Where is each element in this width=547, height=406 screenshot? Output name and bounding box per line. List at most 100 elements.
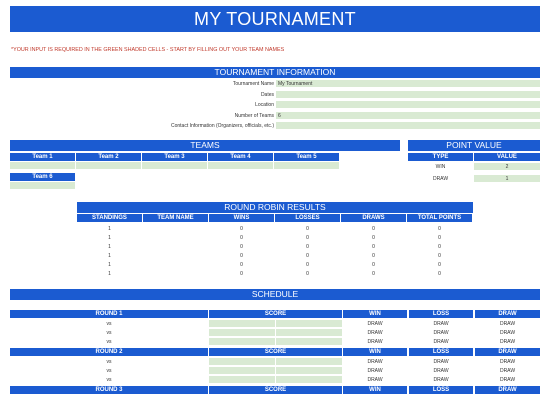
- info-input-field[interactable]: [276, 90, 540, 99]
- loss-result: DRAW: [433, 368, 449, 374]
- info-value: My Tournament: [278, 81, 313, 87]
- point-value: 2: [505, 164, 509, 170]
- robin-cell: 0: [372, 262, 375, 268]
- robin-cell: 0: [372, 235, 375, 241]
- info-label: Tournament Name: [232, 81, 274, 87]
- info-input-field[interactable]: [276, 101, 540, 109]
- match-vs: vs: [106, 321, 112, 327]
- robin-cell: 0: [240, 226, 243, 232]
- draw-result: DRAW: [499, 339, 516, 345]
- loss-header: LOSS: [409, 348, 473, 356]
- win-result: DRAW: [367, 330, 383, 336]
- score-input[interactable]: [276, 367, 342, 375]
- draw-result: DRAW: [499, 359, 516, 365]
- robin-column-header: STANDINGS: [77, 214, 142, 222]
- win-header: WIN: [343, 348, 407, 356]
- robin-column-header: WINS: [209, 214, 274, 222]
- team-name-input[interactable]: [208, 162, 273, 170]
- robin-cell: 1: [108, 262, 111, 268]
- team-name-input[interactable]: [10, 182, 75, 190]
- score-input[interactable]: [209, 338, 275, 346]
- team-name-input[interactable]: [142, 162, 207, 170]
- score-input[interactable]: [209, 376, 275, 384]
- loss-header: LOSS: [409, 310, 473, 318]
- match-vs: vs: [106, 359, 112, 365]
- info-label: Location: [255, 102, 274, 108]
- draw-result: DRAW: [499, 321, 516, 327]
- point-type-column-header: TYPE: [408, 153, 473, 161]
- robin-cell: 0: [306, 253, 309, 259]
- loss-header: LOSS: [409, 386, 473, 394]
- robin-column-header: TEAM NAME: [143, 214, 208, 222]
- win-header: WIN: [343, 310, 407, 318]
- team-header-5: Team 5: [274, 153, 339, 161]
- loss-result: DRAW: [433, 330, 449, 336]
- robin-cell: 0: [372, 226, 375, 232]
- score-header: SCORE: [209, 386, 342, 394]
- round-label: ROUND 3: [10, 386, 208, 394]
- score-input[interactable]: [276, 320, 342, 328]
- loss-result: DRAW: [433, 377, 449, 383]
- robin-cell: 0: [438, 253, 441, 259]
- robin-cell: 0: [240, 271, 243, 277]
- loss-result: DRAW: [433, 321, 449, 327]
- score-input[interactable]: [276, 329, 342, 337]
- point-type-label: DRAW: [432, 176, 449, 182]
- robin-cell: 0: [438, 235, 441, 241]
- round-label: ROUND 1: [10, 310, 208, 318]
- draw-header: DRAW: [475, 310, 540, 318]
- score-input[interactable]: [209, 329, 275, 337]
- info-label: Number of Teams: [234, 112, 274, 119]
- robin-cell: 1: [108, 253, 111, 259]
- team-name-input[interactable]: [274, 162, 339, 170]
- instruction-text: *YOUR INPUT IS REQUIRED IN THE GREEN SHA…: [11, 47, 285, 53]
- robin-cell: 0: [372, 244, 375, 250]
- teams-header: TEAMS: [10, 140, 400, 151]
- point-value-header: POINT VALUE: [408, 140, 540, 151]
- team-name-input[interactable]: [76, 162, 141, 170]
- win-result: DRAW: [367, 368, 383, 374]
- score-input[interactable]: [276, 358, 342, 366]
- point-value: 1: [505, 176, 509, 182]
- schedule-header: SCHEDULE: [10, 289, 540, 300]
- info-label: Dates: [260, 91, 274, 98]
- robin-cell: 0: [438, 271, 441, 277]
- robin-column-header: DRAWS: [341, 214, 406, 222]
- robin-cell: 0: [306, 262, 309, 268]
- win-result: DRAW: [367, 359, 383, 365]
- draw-result: DRAW: [499, 330, 516, 336]
- win-result: DRAW: [367, 377, 383, 383]
- tournament-info-header: TOURNAMENT INFORMATION: [10, 67, 540, 78]
- team-name-input[interactable]: [10, 162, 75, 170]
- score-header: SCORE: [209, 310, 342, 318]
- loss-result: DRAW: [433, 339, 449, 345]
- robin-cell: 1: [108, 235, 111, 241]
- match-vs: vs: [106, 368, 112, 374]
- robin-cell: 0: [306, 244, 309, 250]
- round-robin-header: ROUND ROBIN RESULTS: [77, 202, 473, 213]
- robin-cell: 1: [108, 271, 111, 277]
- info-input-field[interactable]: [276, 122, 540, 130]
- match-vs: vs: [106, 339, 112, 345]
- point-value-column-header: VALUE: [474, 153, 540, 161]
- round-label: ROUND 2: [10, 348, 208, 356]
- score-input[interactable]: [276, 338, 342, 346]
- loss-result: DRAW: [433, 359, 449, 365]
- draw-header: DRAW: [475, 386, 540, 394]
- team-header-6: Team 6: [10, 173, 75, 181]
- team-header-3: Team 3: [142, 153, 207, 161]
- robin-cell: 0: [372, 271, 375, 277]
- score-input[interactable]: [209, 358, 275, 366]
- robin-cell: 0: [240, 235, 243, 241]
- win-result: DRAW: [367, 321, 383, 327]
- info-value: 6: [278, 112, 281, 119]
- score-input[interactable]: [276, 376, 342, 384]
- robin-cell: 1: [108, 244, 111, 250]
- info-label: Contact Information (Organizers, officia…: [170, 123, 274, 129]
- team-header-2: Team 2: [76, 153, 141, 161]
- score-input[interactable]: [209, 320, 275, 328]
- match-vs: vs: [106, 330, 112, 336]
- draw-result: DRAW: [499, 368, 516, 374]
- robin-cell: 0: [438, 244, 441, 250]
- score-input[interactable]: [209, 367, 275, 375]
